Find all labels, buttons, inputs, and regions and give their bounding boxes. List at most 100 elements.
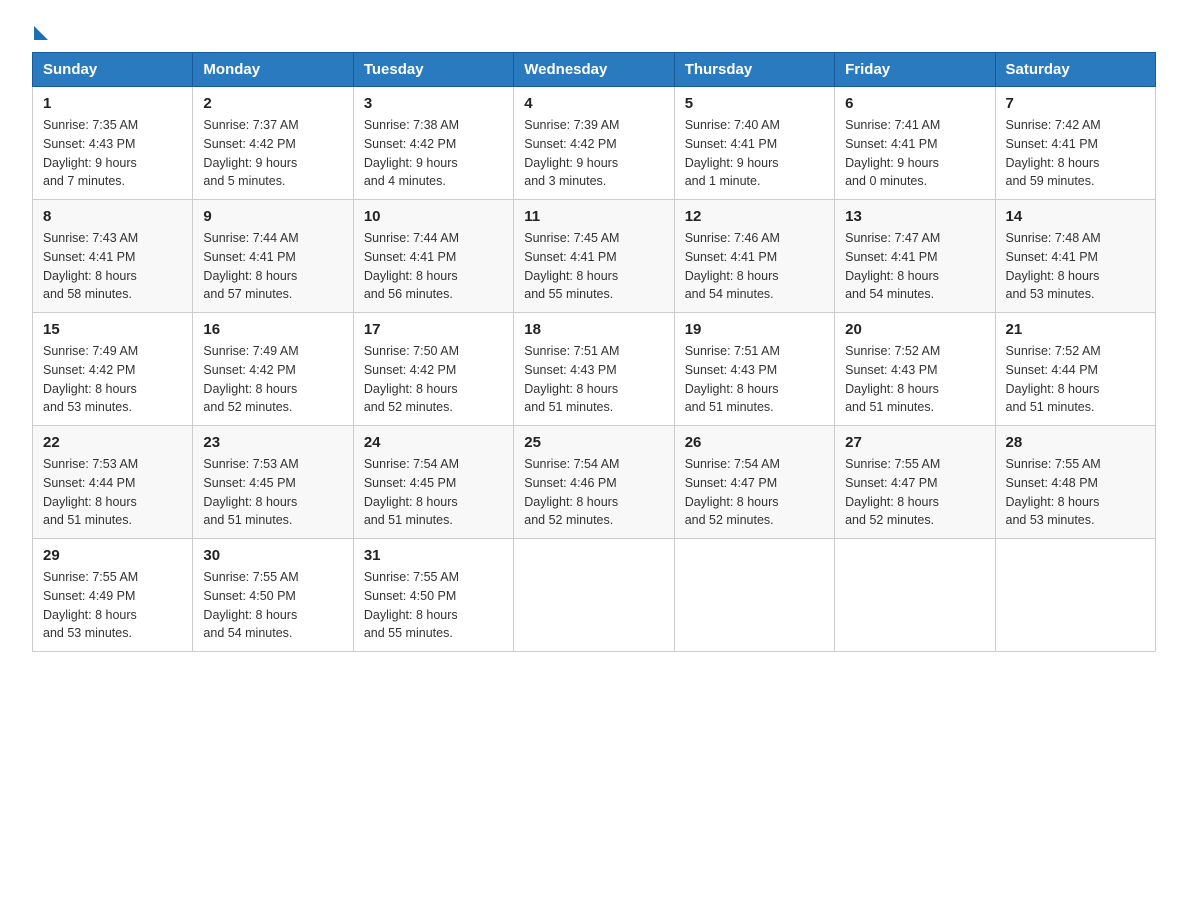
calendar-week-row: 15 Sunrise: 7:49 AMSunset: 4:42 PMDayligh… [33,313,1156,426]
day-info: Sunrise: 7:49 AMSunset: 4:42 PMDaylight:… [203,342,342,417]
day-number: 4 [524,95,663,112]
day-number: 30 [203,547,342,564]
calendar-cell [835,539,995,652]
day-info: Sunrise: 7:44 AMSunset: 4:41 PMDaylight:… [364,229,503,304]
day-info: Sunrise: 7:51 AMSunset: 4:43 PMDaylight:… [524,342,663,417]
day-number: 13 [845,208,984,225]
calendar-week-row: 29 Sunrise: 7:55 AMSunset: 4:49 PMDayligh… [33,539,1156,652]
calendar-cell: 8 Sunrise: 7:43 AMSunset: 4:41 PMDaylight… [33,200,193,313]
logo-arrow-icon [34,26,48,40]
calendar-cell: 5 Sunrise: 7:40 AMSunset: 4:41 PMDaylight… [674,87,834,200]
calendar-cell: 30 Sunrise: 7:55 AMSunset: 4:50 PMDayligh… [193,539,353,652]
day-number: 8 [43,208,182,225]
calendar-cell: 4 Sunrise: 7:39 AMSunset: 4:42 PMDaylight… [514,87,674,200]
day-number: 16 [203,321,342,338]
day-header-saturday: Saturday [995,53,1155,87]
day-number: 23 [203,434,342,451]
calendar-cell [995,539,1155,652]
calendar-cell: 23 Sunrise: 7:53 AMSunset: 4:45 PMDayligh… [193,426,353,539]
day-number: 15 [43,321,182,338]
day-number: 21 [1006,321,1145,338]
day-number: 7 [1006,95,1145,112]
calendar-cell: 10 Sunrise: 7:44 AMSunset: 4:41 PMDayligh… [353,200,513,313]
day-info: Sunrise: 7:54 AMSunset: 4:46 PMDaylight:… [524,455,663,530]
day-info: Sunrise: 7:39 AMSunset: 4:42 PMDaylight:… [524,116,663,191]
day-info: Sunrise: 7:54 AMSunset: 4:45 PMDaylight:… [364,455,503,530]
calendar-cell: 7Sunrise: 7:42 AMSunset: 4:41 PMDaylight… [995,87,1155,200]
day-info: Sunrise: 7:54 AMSunset: 4:47 PMDaylight:… [685,455,824,530]
day-header-thursday: Thursday [674,53,834,87]
calendar-cell: 2 Sunrise: 7:37 AMSunset: 4:42 PMDaylight… [193,87,353,200]
day-info: Sunrise: 7:35 AMSunset: 4:43 PMDaylight:… [43,116,182,191]
day-number: 29 [43,547,182,564]
calendar-cell: 24 Sunrise: 7:54 AMSunset: 4:45 PMDayligh… [353,426,513,539]
day-header-tuesday: Tuesday [353,53,513,87]
logo [32,24,48,40]
day-number: 19 [685,321,824,338]
day-number: 3 [364,95,503,112]
day-number: 18 [524,321,663,338]
page-header [32,24,1156,40]
day-number: 28 [1006,434,1145,451]
day-number: 10 [364,208,503,225]
day-number: 22 [43,434,182,451]
calendar-cell: 26Sunrise: 7:54 AMSunset: 4:47 PMDayligh… [674,426,834,539]
day-header-monday: Monday [193,53,353,87]
day-info: Sunrise: 7:55 AMSunset: 4:49 PMDaylight:… [43,568,182,643]
calendar-cell: 21 Sunrise: 7:52 AMSunset: 4:44 PMDayligh… [995,313,1155,426]
day-info: Sunrise: 7:37 AMSunset: 4:42 PMDaylight:… [203,116,342,191]
day-number: 14 [1006,208,1145,225]
calendar-cell: 28 Sunrise: 7:55 AMSunset: 4:48 PMDayligh… [995,426,1155,539]
day-info: Sunrise: 7:43 AMSunset: 4:41 PMDaylight:… [43,229,182,304]
day-info: Sunrise: 7:55 AMSunset: 4:47 PMDaylight:… [845,455,984,530]
calendar-cell: 22 Sunrise: 7:53 AMSunset: 4:44 PMDayligh… [33,426,193,539]
day-info: Sunrise: 7:50 AMSunset: 4:42 PMDaylight:… [364,342,503,417]
day-info: Sunrise: 7:55 AMSunset: 4:50 PMDaylight:… [203,568,342,643]
day-info: Sunrise: 7:53 AMSunset: 4:44 PMDaylight:… [43,455,182,530]
calendar-header-row: SundayMondayTuesdayWednesdayThursdayFrid… [33,53,1156,87]
day-number: 31 [364,547,503,564]
day-info: Sunrise: 7:48 AMSunset: 4:41 PMDaylight:… [1006,229,1145,304]
calendar-cell: 12 Sunrise: 7:46 AMSunset: 4:41 PMDayligh… [674,200,834,313]
calendar-week-row: 1 Sunrise: 7:35 AMSunset: 4:43 PMDaylight… [33,87,1156,200]
day-info: Sunrise: 7:41 AMSunset: 4:41 PMDaylight:… [845,116,984,191]
calendar-week-row: 22 Sunrise: 7:53 AMSunset: 4:44 PMDayligh… [33,426,1156,539]
day-info: Sunrise: 7:52 AMSunset: 4:43 PMDaylight:… [845,342,984,417]
day-number: 1 [43,95,182,112]
day-header-sunday: Sunday [33,53,193,87]
calendar-cell: 15 Sunrise: 7:49 AMSunset: 4:42 PMDayligh… [33,313,193,426]
day-info: Sunrise: 7:55 AMSunset: 4:48 PMDaylight:… [1006,455,1145,530]
calendar-cell: 6Sunrise: 7:41 AMSunset: 4:41 PMDaylight… [835,87,995,200]
day-number: 17 [364,321,503,338]
day-info: Sunrise: 7:53 AMSunset: 4:45 PMDaylight:… [203,455,342,530]
day-info: Sunrise: 7:52 AMSunset: 4:44 PMDaylight:… [1006,342,1145,417]
day-number: 2 [203,95,342,112]
day-number: 25 [524,434,663,451]
calendar-cell: 20Sunrise: 7:52 AMSunset: 4:43 PMDayligh… [835,313,995,426]
day-number: 9 [203,208,342,225]
day-info: Sunrise: 7:46 AMSunset: 4:41 PMDaylight:… [685,229,824,304]
calendar-cell: 14 Sunrise: 7:48 AMSunset: 4:41 PMDayligh… [995,200,1155,313]
calendar-table: SundayMondayTuesdayWednesdayThursdayFrid… [32,52,1156,652]
day-number: 24 [364,434,503,451]
day-info: Sunrise: 7:44 AMSunset: 4:41 PMDaylight:… [203,229,342,304]
day-info: Sunrise: 7:51 AMSunset: 4:43 PMDaylight:… [685,342,824,417]
calendar-cell: 29 Sunrise: 7:55 AMSunset: 4:49 PMDayligh… [33,539,193,652]
calendar-cell: 27Sunrise: 7:55 AMSunset: 4:47 PMDayligh… [835,426,995,539]
calendar-cell: 9 Sunrise: 7:44 AMSunset: 4:41 PMDaylight… [193,200,353,313]
calendar-cell: 25 Sunrise: 7:54 AMSunset: 4:46 PMDayligh… [514,426,674,539]
day-number: 12 [685,208,824,225]
day-info: Sunrise: 7:40 AMSunset: 4:41 PMDaylight:… [685,116,824,191]
day-number: 5 [685,95,824,112]
day-header-friday: Friday [835,53,995,87]
calendar-cell: 16 Sunrise: 7:49 AMSunset: 4:42 PMDayligh… [193,313,353,426]
calendar-cell: 11Sunrise: 7:45 AMSunset: 4:41 PMDayligh… [514,200,674,313]
day-info: Sunrise: 7:47 AMSunset: 4:41 PMDaylight:… [845,229,984,304]
day-info: Sunrise: 7:55 AMSunset: 4:50 PMDaylight:… [364,568,503,643]
calendar-cell: 19 Sunrise: 7:51 AMSunset: 4:43 PMDayligh… [674,313,834,426]
calendar-cell: 31 Sunrise: 7:55 AMSunset: 4:50 PMDayligh… [353,539,513,652]
day-info: Sunrise: 7:45 AMSunset: 4:41 PMDaylight:… [524,229,663,304]
calendar-cell: 13 Sunrise: 7:47 AMSunset: 4:41 PMDayligh… [835,200,995,313]
day-info: Sunrise: 7:49 AMSunset: 4:42 PMDaylight:… [43,342,182,417]
day-info: Sunrise: 7:38 AMSunset: 4:42 PMDaylight:… [364,116,503,191]
